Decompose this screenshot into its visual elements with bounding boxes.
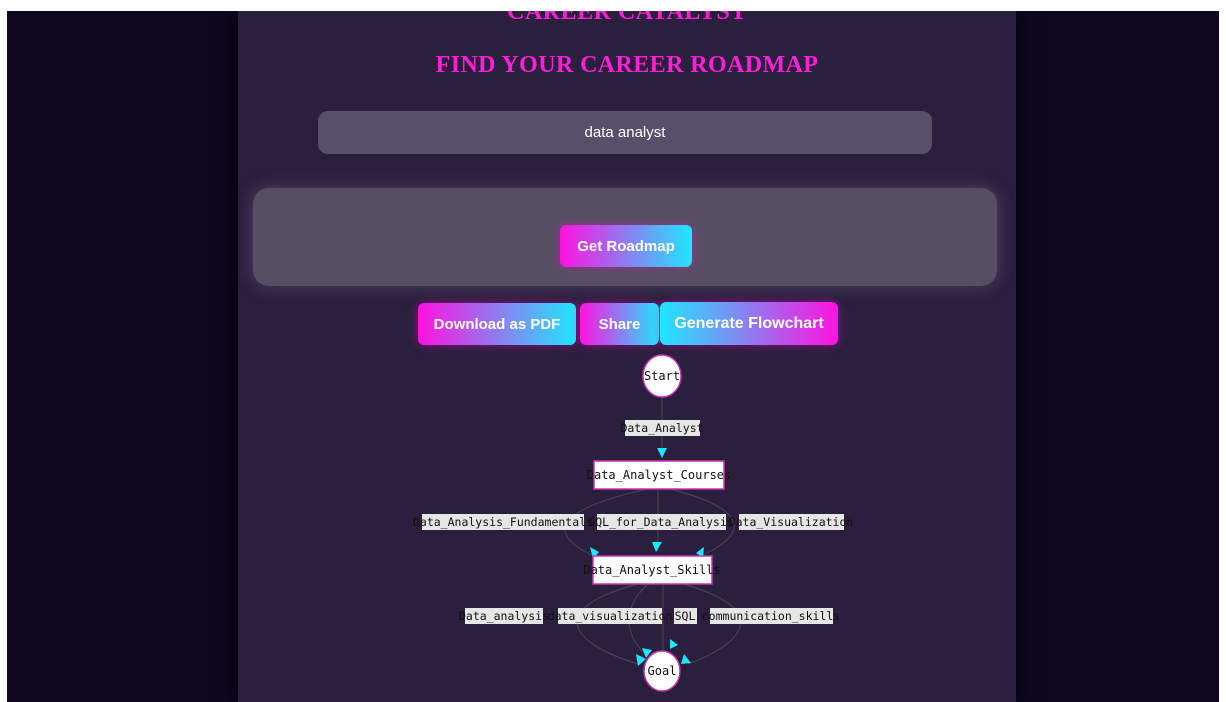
app-viewport: CAREER CATALYST FIND YOUR CAREER ROADMAP… [7,11,1219,702]
skill-label-data-analysis: Data_analysis [459,609,549,623]
arrowhead [657,448,667,458]
arrowhead [652,542,662,552]
course-label-visualization: Data_Visualization [729,515,854,529]
course-label-fundamentals: Data_Analysis_Fundamentals [413,515,593,529]
skill-label-data-visualization: data_visualization [548,609,673,623]
skill-label-sql: SQL [675,609,696,623]
start-node-label: Start [644,369,680,383]
roadmap-flowchart: Start Data_Analyst Data_Analyst_Courses … [413,354,854,692]
skill-label-communication: communication_skills [702,609,840,623]
arrowhead [670,639,678,649]
skills-node-label: Data_Analyst_Skills [583,563,720,577]
course-label-sql: SQL_for_Data_Analysis [588,515,733,529]
courses-node-label: Data_Analyst_Courses [587,468,732,482]
goal-node-label: Goal [648,664,677,678]
arrowhead [681,654,691,664]
main-panel: CAREER CATALYST FIND YOUR CAREER ROADMAP… [238,11,1016,702]
edge-label-data-analyst: Data_Analyst [620,421,703,435]
